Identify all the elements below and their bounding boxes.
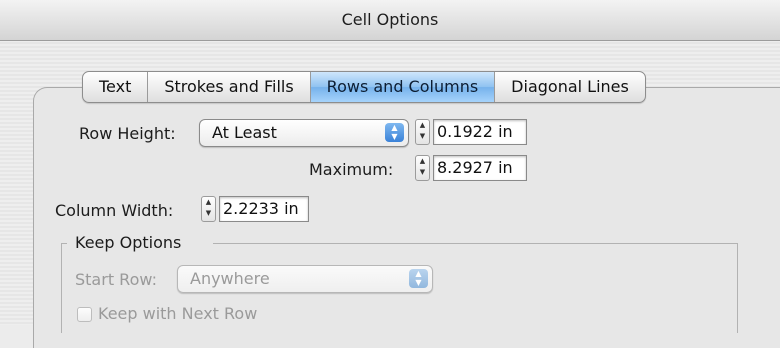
keep-options-title: Keep Options [75,233,182,252]
column-width-stepper[interactable]: ▲ ▼ [201,196,216,222]
start-row-label: Start Row: [75,270,157,289]
tab-rows-and-columns[interactable]: Rows and Columns [309,72,495,102]
row-height-mode-value: At Least [212,123,277,142]
group-border-left [61,243,62,333]
window-title: Cell Options [341,10,439,29]
row-height-label: Row Height: [79,124,176,143]
group-border-top [213,243,737,244]
maximum-stepper[interactable]: ▲ ▼ [415,155,430,181]
keep-with-next-row-checkbox[interactable] [77,307,92,322]
maximum-value: 8.2927 in [437,158,513,177]
column-width-label: Column Width: [55,201,174,220]
tab-bar: Text Strokes and Fills Rows and Columns … [82,71,646,103]
row-height-mode-popup[interactable]: At Least ▲ ▼ [199,119,409,147]
maximum-label: Maximum: [309,160,394,179]
tab-diagonal-lines[interactable]: Diagonal Lines [494,72,645,102]
row-height-stepper[interactable]: ▲ ▼ [415,119,430,145]
start-row-value: Anywhere [190,269,270,288]
tab-text[interactable]: Text [83,72,147,102]
title-bar[interactable]: Cell Options [0,0,780,41]
start-row-popup[interactable]: Anywhere ▲ ▼ [177,265,433,293]
up-down-arrows-icon: ▲ ▼ [385,123,404,142]
row-height-value: 0.1922 in [437,122,513,141]
column-width-field[interactable]: 2.2233 in [219,196,309,222]
column-width-value: 2.2233 in [223,199,299,218]
group-border-right [737,243,738,333]
tab-strokes-and-fills[interactable]: Strokes and Fills [147,72,309,102]
row-height-field[interactable]: 0.1922 in [433,119,527,145]
keep-with-next-row-label: Keep with Next Row [98,304,258,323]
cell-options-dialog: Cell Options Text Strokes and Fills Rows… [0,0,780,348]
maximum-field[interactable]: 8.2927 in [433,155,527,181]
up-down-arrows-icon: ▲ ▼ [409,269,428,288]
